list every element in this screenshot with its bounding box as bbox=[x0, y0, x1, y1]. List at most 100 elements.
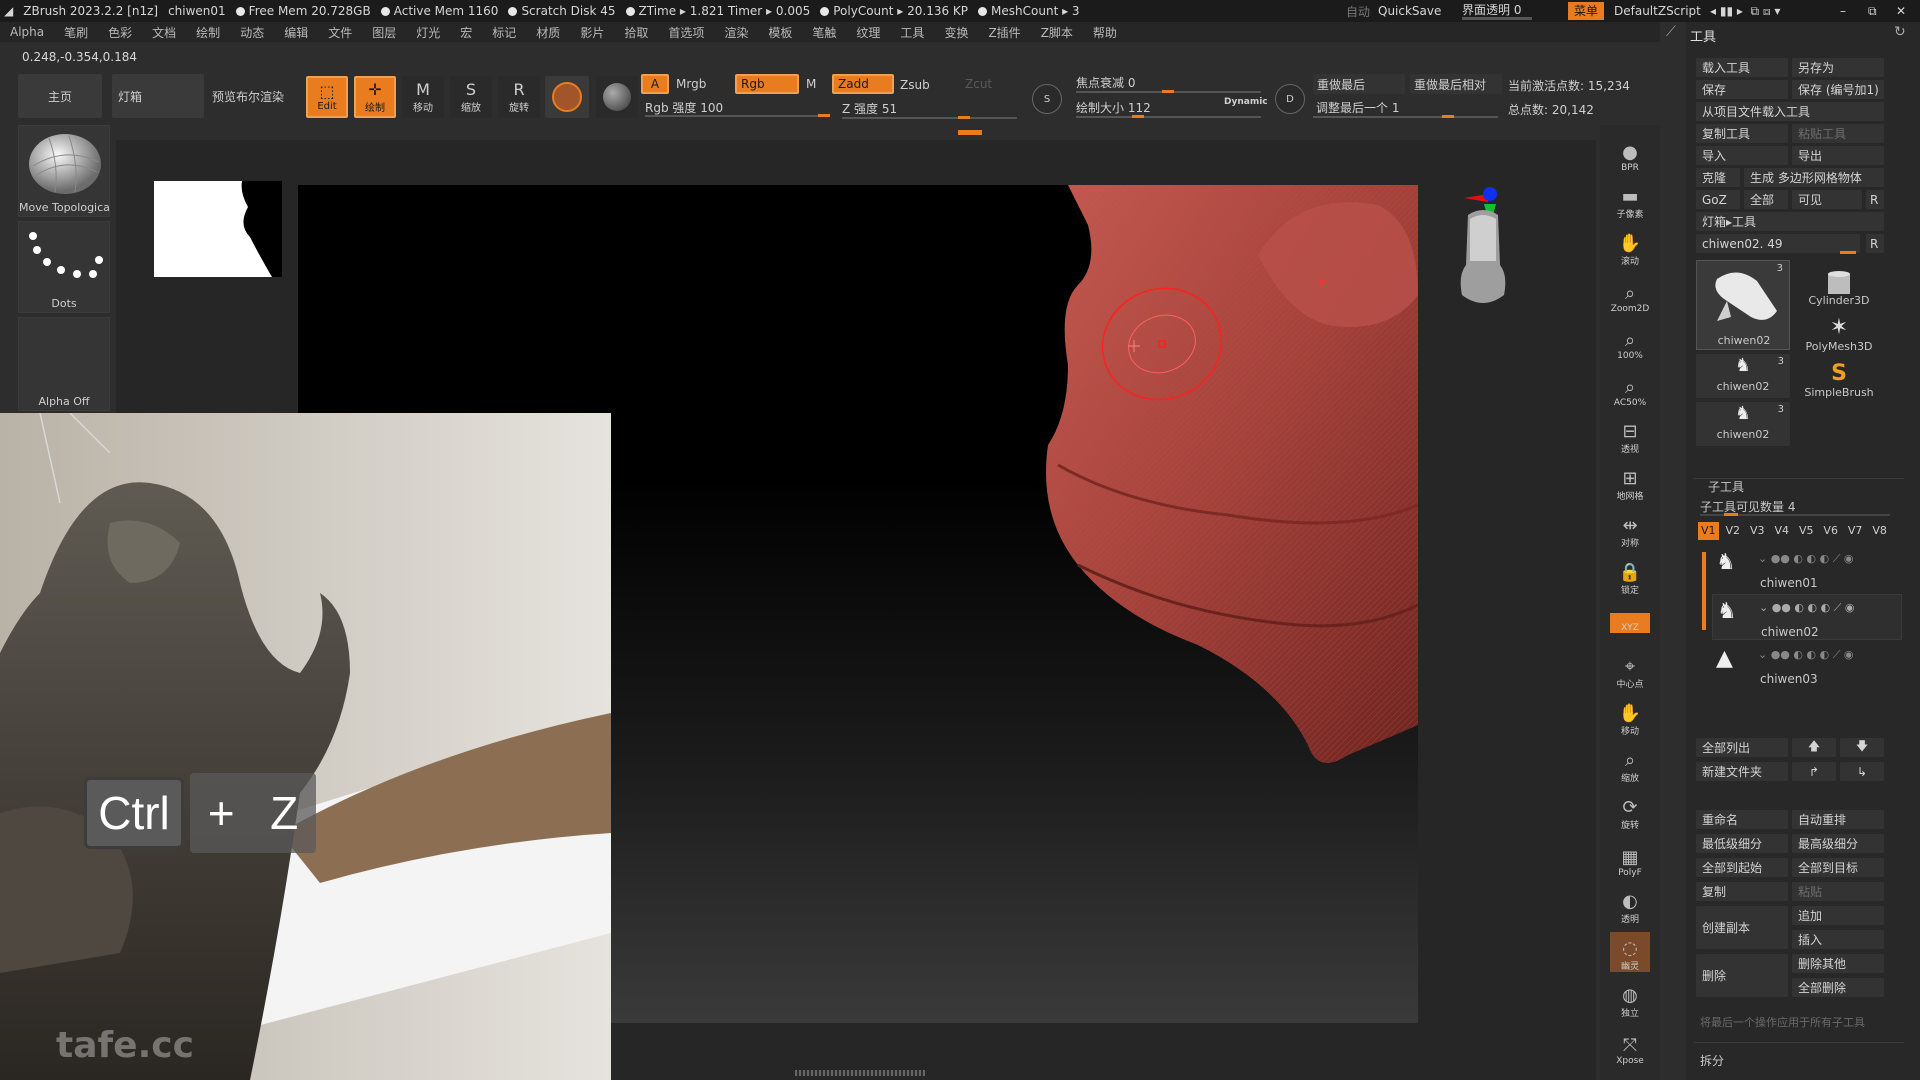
auto-reorder-button[interactable]: 自动重排 bbox=[1792, 810, 1884, 829]
menu-item[interactable]: 标记 bbox=[492, 24, 516, 41]
replay-last-relative-button[interactable]: 重做最后相对 bbox=[1410, 74, 1502, 94]
menu-item[interactable]: Alpha bbox=[10, 25, 44, 39]
menu-item[interactable]: Z插件 bbox=[988, 24, 1020, 41]
shelf-button-subpixel[interactable]: ▬ 子像素 bbox=[1610, 180, 1650, 221]
pin-icon[interactable]: ⟋ bbox=[1666, 24, 1676, 40]
view-tab-v2[interactable]: V2 bbox=[1722, 522, 1743, 540]
all-to-target-button[interactable]: 全部到目标 bbox=[1792, 858, 1884, 877]
goz-all-button[interactable]: 全部 bbox=[1744, 190, 1788, 209]
menu-item[interactable]: 宏 bbox=[460, 24, 472, 41]
move-button[interactable]: M 移动 bbox=[402, 76, 444, 118]
bpr-preview-button[interactable]: 预览布尔渲染 bbox=[212, 88, 284, 105]
view-tab-v8[interactable]: V8 bbox=[1869, 522, 1890, 540]
menu-item[interactable]: 编辑 bbox=[284, 24, 308, 41]
save-button[interactable]: 保存 bbox=[1696, 80, 1788, 99]
menu-item[interactable]: 材质 bbox=[536, 24, 560, 41]
shelf-button-xpose[interactable]: ⤧ Xpose bbox=[1610, 1026, 1650, 1067]
menu-item[interactable]: 动态 bbox=[240, 24, 264, 41]
goz-button[interactable]: GoZ bbox=[1696, 190, 1740, 209]
split-section[interactable]: 拆分 bbox=[1700, 1052, 1724, 1069]
shelf-button-perspective[interactable]: ⊟ 透视 bbox=[1610, 415, 1650, 456]
bottom-shelf-handle[interactable] bbox=[795, 1070, 925, 1076]
menu-item[interactable]: 色彩 bbox=[108, 24, 132, 41]
dynamic-label[interactable]: Dynamic bbox=[1224, 97, 1268, 107]
minimize-icon[interactable]: – bbox=[1840, 4, 1846, 18]
draw-size-track[interactable] bbox=[1076, 116, 1261, 118]
menu-item[interactable]: 文件 bbox=[328, 24, 352, 41]
tool-thumb-chiwen02-b[interactable]: ♞ 3 chiwen02 bbox=[1696, 354, 1790, 398]
duplicate-button[interactable]: 复制 bbox=[1696, 882, 1788, 901]
restore-icon[interactable]: ⧉ bbox=[1868, 4, 1877, 19]
m-toggle[interactable]: M bbox=[806, 77, 816, 91]
layout-icons[interactable]: ◂ ▮▮ ▸ ⧉ ⧈ ▾ bbox=[1710, 4, 1780, 19]
clone-button[interactable]: 克隆 bbox=[1696, 168, 1740, 187]
view-tab-v1[interactable]: V1 bbox=[1698, 522, 1719, 540]
lightbox-button[interactable]: 灯箱 bbox=[112, 74, 204, 118]
menu-item[interactable]: 影片 bbox=[580, 24, 604, 41]
save-increment-button[interactable]: 保存 (编号加1) bbox=[1792, 80, 1884, 99]
zadd-toggle[interactable]: Zadd bbox=[832, 74, 894, 94]
shelf-button-move-view[interactable]: ✋ 移动 bbox=[1610, 697, 1650, 738]
shelf-button-solo[interactable]: ◍ 独立 bbox=[1610, 979, 1650, 1020]
subtool-title[interactable]: 子工具 bbox=[1708, 478, 1744, 495]
default-zscript-button[interactable]: DefaultZScript bbox=[1614, 4, 1701, 18]
menu-item[interactable]: 纹理 bbox=[856, 24, 880, 41]
brush-selector[interactable]: Move Topologica bbox=[18, 125, 110, 217]
menu-item[interactable]: 变换 bbox=[944, 24, 968, 41]
dynamic-d-icon[interactable]: D bbox=[1275, 84, 1305, 114]
zsub-toggle[interactable]: Zsub bbox=[900, 78, 930, 92]
z-intensity-slider[interactable]: Z 强度 51 bbox=[842, 100, 897, 117]
menu-item[interactable]: 灯光 bbox=[416, 24, 440, 41]
menu-item[interactable]: 绘制 bbox=[196, 24, 220, 41]
subtool-toggles[interactable]: ⌄ ●● ◐ ◐ ◐ ⟋ ◉ bbox=[1758, 648, 1854, 662]
alpha-selector[interactable]: Alpha Off bbox=[18, 317, 110, 411]
rename-button[interactable]: 重命名 bbox=[1696, 810, 1788, 829]
goz-r-button[interactable]: R bbox=[1866, 190, 1884, 209]
delete-all-button[interactable]: 全部删除 bbox=[1792, 978, 1884, 997]
menu-item[interactable]: 首选项 bbox=[668, 24, 704, 41]
load-tool-button[interactable]: 载入工具 bbox=[1696, 58, 1788, 77]
shelf-button-lock[interactable]: 🔒 锁定 bbox=[1610, 556, 1650, 597]
view-tab-v4[interactable]: V4 bbox=[1771, 522, 1792, 540]
paste-tool-button[interactable]: 粘贴工具 bbox=[1792, 124, 1884, 143]
shelf-button-scale-view[interactable]: ⌕ 缩放 bbox=[1610, 744, 1650, 785]
copy-tool-button[interactable]: 复制工具 bbox=[1696, 124, 1788, 143]
delete-other-button[interactable]: 删除其他 bbox=[1792, 954, 1884, 973]
menu-item[interactable]: 笔刷 bbox=[64, 24, 88, 41]
shelf-button-bpr[interactable]: ● BPR bbox=[1610, 133, 1650, 174]
save-as-button[interactable]: 另存为 bbox=[1792, 58, 1884, 77]
ui-transparency-track[interactable] bbox=[1462, 17, 1532, 20]
subtool-row-chiwen01[interactable]: ♞ ⌄ ●● ◐ ◐ ◐ ⟋ ◉ chiwen01 bbox=[1712, 546, 1902, 592]
shelf-button-polyframe[interactable]: ▦ PolyF bbox=[1610, 838, 1650, 879]
menu-item[interactable]: 文档 bbox=[152, 24, 176, 41]
import-button[interactable]: 导入 bbox=[1696, 146, 1788, 165]
navigation-head-icon[interactable] bbox=[1448, 205, 1518, 315]
rgb-intensity-slider[interactable]: Rgb 强度 100 bbox=[645, 99, 723, 116]
adjust-last-slider[interactable]: 调整最后一个 1 bbox=[1316, 99, 1399, 116]
move-out-folder-icon[interactable]: ↳ bbox=[1840, 762, 1884, 781]
subtool-toggles[interactable]: ⌄ ●● ◐ ◐ ◐ ⟋ ◉ bbox=[1759, 601, 1855, 615]
menu-item[interactable]: Z脚本 bbox=[1041, 24, 1073, 41]
shelf-button-rotate-view[interactable]: ⟳ 旋转 bbox=[1610, 791, 1650, 832]
visible-count-slider[interactable]: 子工具可见数量 4 bbox=[1700, 498, 1795, 515]
shelf-button-floor-grid[interactable]: ⊞ 地网格 bbox=[1610, 462, 1650, 503]
menu-item[interactable]: 拾取 bbox=[624, 24, 648, 41]
zcut-toggle[interactable]: Zcut bbox=[965, 77, 992, 91]
shelf-button-ac50[interactable]: ⌕ AC50% bbox=[1610, 368, 1650, 409]
menu-item[interactable]: 工具 bbox=[900, 24, 924, 41]
rgb-intensity-track[interactable] bbox=[645, 115, 830, 117]
shelf-button-symmetry[interactable]: ⇹ 对称 bbox=[1610, 509, 1650, 550]
tool-thumb-cylinder3d[interactable]: Cylinder3D bbox=[1794, 270, 1884, 310]
apply-last-to-all-label[interactable]: 将最后一个操作应用于所有子工具 bbox=[1700, 1014, 1865, 1030]
replay-last-button[interactable]: 重做最后 bbox=[1313, 74, 1405, 94]
subtool-toggles[interactable]: ⌄ ●● ◐ ◐ ◐ ⟋ ◉ bbox=[1758, 552, 1854, 566]
edit-button[interactable]: ⬚ Edit bbox=[306, 76, 348, 118]
menu-button[interactable]: 菜单 bbox=[1568, 2, 1605, 20]
refresh-icon[interactable]: ↻ bbox=[1894, 24, 1906, 40]
menu-item[interactable]: 模板 bbox=[768, 24, 792, 41]
current-tool-slider[interactable]: chiwen02. 49 bbox=[1696, 234, 1860, 253]
highest-subdiv-button[interactable]: 最高级细分 bbox=[1792, 834, 1884, 853]
lowest-subdiv-button[interactable]: 最低级细分 bbox=[1696, 834, 1788, 853]
move-down-icon[interactable]: 🡇 bbox=[1840, 738, 1884, 757]
shelf-button-zoom2d[interactable]: ⌕ Zoom2D bbox=[1610, 274, 1650, 315]
